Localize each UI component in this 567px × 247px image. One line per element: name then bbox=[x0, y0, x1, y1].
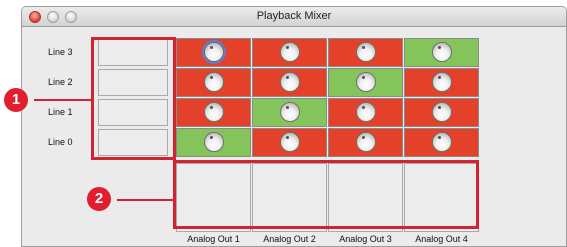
mixer-cell[interactable] bbox=[176, 38, 251, 67]
level-knob-icon[interactable] bbox=[280, 102, 300, 122]
mixer-cell[interactable] bbox=[328, 98, 403, 127]
level-knob-icon[interactable] bbox=[356, 132, 376, 152]
level-knob-icon[interactable] bbox=[204, 102, 224, 122]
output-label-4: Analog Out 4 bbox=[415, 234, 468, 244]
mixer-cell[interactable] bbox=[252, 128, 327, 157]
output-label-2: Analog Out 2 bbox=[263, 234, 316, 244]
mixer-cell[interactable] bbox=[176, 98, 251, 127]
callout-1-highlight-box bbox=[91, 37, 176, 160]
mixer-cell[interactable] bbox=[252, 38, 327, 67]
level-knob-icon[interactable] bbox=[280, 42, 300, 62]
mixer-cell[interactable] bbox=[404, 128, 479, 157]
mixer-cell[interactable] bbox=[252, 98, 327, 127]
mixer-cell[interactable] bbox=[176, 128, 251, 157]
mixer-cell[interactable] bbox=[176, 68, 251, 97]
level-knob-icon[interactable] bbox=[204, 132, 224, 152]
level-knob-icon[interactable] bbox=[356, 102, 376, 122]
callout-2-marker: 2 bbox=[87, 187, 111, 211]
mixer-cell[interactable] bbox=[404, 98, 479, 127]
callout-1-leader-line bbox=[34, 99, 92, 101]
level-knob-icon[interactable] bbox=[432, 132, 452, 152]
level-knob-icon[interactable] bbox=[432, 102, 452, 122]
mixer-cell[interactable] bbox=[404, 38, 479, 67]
level-knob-icon[interactable] bbox=[432, 72, 452, 92]
level-knob-icon[interactable] bbox=[356, 72, 376, 92]
level-knob-icon[interactable] bbox=[280, 132, 300, 152]
mixer-cell[interactable] bbox=[252, 68, 327, 97]
callout-2-highlight-box bbox=[173, 160, 479, 229]
level-knob-icon[interactable] bbox=[432, 42, 452, 62]
mixer-cell[interactable] bbox=[328, 38, 403, 67]
callout-1-marker: 1 bbox=[4, 88, 28, 112]
level-knob-icon[interactable] bbox=[356, 42, 376, 62]
callout-2-leader-line bbox=[117, 199, 174, 201]
level-knob-icon[interactable] bbox=[280, 72, 300, 92]
title-bar: Playback Mixer bbox=[22, 7, 566, 27]
output-label-3: Analog Out 3 bbox=[339, 234, 392, 244]
row-label-line-2: Line 2 bbox=[48, 77, 73, 87]
window-title: Playback Mixer bbox=[256, 10, 332, 22]
output-label-1: Analog Out 1 bbox=[187, 234, 240, 244]
row-label-line-1: Line 1 bbox=[48, 107, 73, 117]
level-knob-icon[interactable] bbox=[204, 42, 224, 62]
mixer-cell[interactable] bbox=[328, 68, 403, 97]
mixer-cell[interactable] bbox=[404, 68, 479, 97]
mixer-cell[interactable] bbox=[328, 128, 403, 157]
level-knob-icon[interactable] bbox=[204, 72, 224, 92]
row-label-line-3: Line 3 bbox=[48, 47, 73, 57]
row-label-line-0: Line 0 bbox=[48, 137, 73, 147]
